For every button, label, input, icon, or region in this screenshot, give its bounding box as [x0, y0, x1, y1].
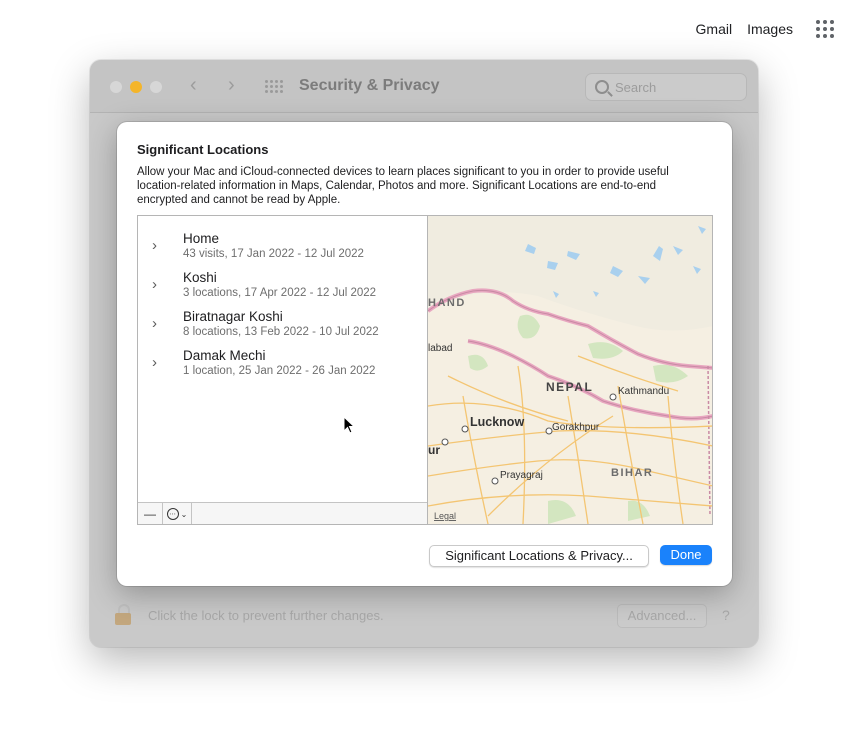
- list-item-home[interactable]: › Home 43 visits, 17 Jan 2022 - 12 Jul 2…: [138, 231, 427, 269]
- map-label-city3: ur: [428, 443, 440, 457]
- location-name: Damak Mechi: [183, 348, 266, 363]
- location-name: Koshi: [183, 270, 217, 285]
- back-chevron-icon[interactable]: ‹: [190, 74, 197, 97]
- location-map[interactable]: HAND labad NEPAL Kathmandu Lucknow Gorak…: [427, 216, 712, 524]
- action-menu-button[interactable]: ⋯ ⌄: [163, 503, 192, 524]
- location-name: Home: [183, 231, 220, 246]
- apps-grid-icon[interactable]: [816, 20, 834, 38]
- window-titlebar: ‹ › Security & Privacy Search: [90, 60, 758, 113]
- list-item-biratnagar-koshi[interactable]: › Biratnagar Koshi 8 locations, 13 Feb 2…: [138, 309, 427, 347]
- map-label-city2: Gorakhpur: [552, 422, 600, 433]
- list-item-damak-mechi[interactable]: › Damak Mechi 1 location, 25 Jan 2022 - …: [138, 348, 427, 386]
- location-detail: 1 location, 25 Jan 2022 - 26 Jan 2022: [183, 365, 376, 377]
- map-label-capital: Kathmandu: [618, 386, 669, 397]
- locations-panel: › Home 43 visits, 17 Jan 2022 - 12 Jul 2…: [137, 215, 713, 525]
- disclosure-chevron-icon[interactable]: ›: [152, 276, 157, 293]
- more-options-icon: ⋯: [166, 508, 179, 520]
- window-bottom-bar: Click the lock to prevent further change…: [90, 588, 758, 647]
- close-window-button[interactable]: [110, 81, 122, 93]
- search-field[interactable]: Search: [585, 73, 747, 101]
- google-header: Gmail Images: [696, 20, 834, 38]
- map-label-city1: Lucknow: [470, 415, 524, 429]
- forward-chevron-icon[interactable]: ›: [228, 74, 235, 97]
- map-label-country: NEPAL: [546, 380, 593, 394]
- chevron-down-icon: ⌄: [180, 509, 188, 519]
- remove-button[interactable]: —: [138, 503, 163, 524]
- sheet-description: Allow your Mac and iCloud-connected devi…: [137, 166, 669, 206]
- help-button[interactable]: ?: [722, 607, 730, 623]
- location-detail: 8 locations, 13 Feb 2022 - 10 Jul 2022: [183, 326, 379, 338]
- list-toolbar: — ⋯ ⌄: [138, 502, 427, 524]
- location-name: Biratnagar Koshi: [183, 309, 283, 324]
- disclosure-chevron-icon[interactable]: ›: [152, 237, 157, 254]
- map-legal-link[interactable]: Legal: [434, 511, 456, 521]
- mouse-cursor-icon: [343, 416, 355, 434]
- disclosure-chevron-icon[interactable]: ›: [152, 354, 157, 371]
- locations-list: › Home 43 visits, 17 Jan 2022 - 12 Jul 2…: [138, 216, 427, 501]
- map-label-region: HAND: [428, 297, 466, 309]
- window-title: Security & Privacy: [299, 77, 440, 94]
- minimize-window-button[interactable]: [130, 81, 142, 93]
- map-label-city-left: labad: [428, 343, 452, 354]
- search-placeholder: Search: [615, 79, 657, 95]
- location-detail: 43 visits, 17 Jan 2022 - 12 Jul 2022: [183, 248, 364, 260]
- sheet-title: Significant Locations: [137, 142, 269, 157]
- map-label-city4: Prayagraj: [500, 470, 543, 481]
- gmail-link[interactable]: Gmail: [696, 21, 733, 37]
- zoom-window-button[interactable]: [150, 81, 162, 93]
- lock-hint-text: Click the lock to prevent further change…: [148, 608, 384, 623]
- advanced-button[interactable]: Advanced...: [617, 604, 707, 628]
- images-link[interactable]: Images: [747, 21, 793, 37]
- show-all-grid-icon[interactable]: [265, 80, 283, 93]
- location-detail: 3 locations, 17 Apr 2022 - 12 Jul 2022: [183, 287, 377, 299]
- list-item-koshi[interactable]: › Koshi 3 locations, 17 Apr 2022 - 12 Ju…: [138, 270, 427, 308]
- done-button[interactable]: Done: [660, 545, 712, 565]
- significant-locations-sheet: Significant Locations Allow your Mac and…: [117, 122, 732, 586]
- lock-icon[interactable]: [115, 604, 131, 625]
- map-label-state: BIHAR: [611, 467, 653, 479]
- significant-locations-privacy-button[interactable]: Significant Locations & Privacy...: [429, 545, 649, 567]
- disclosure-chevron-icon[interactable]: ›: [152, 315, 157, 332]
- search-icon: [595, 80, 609, 94]
